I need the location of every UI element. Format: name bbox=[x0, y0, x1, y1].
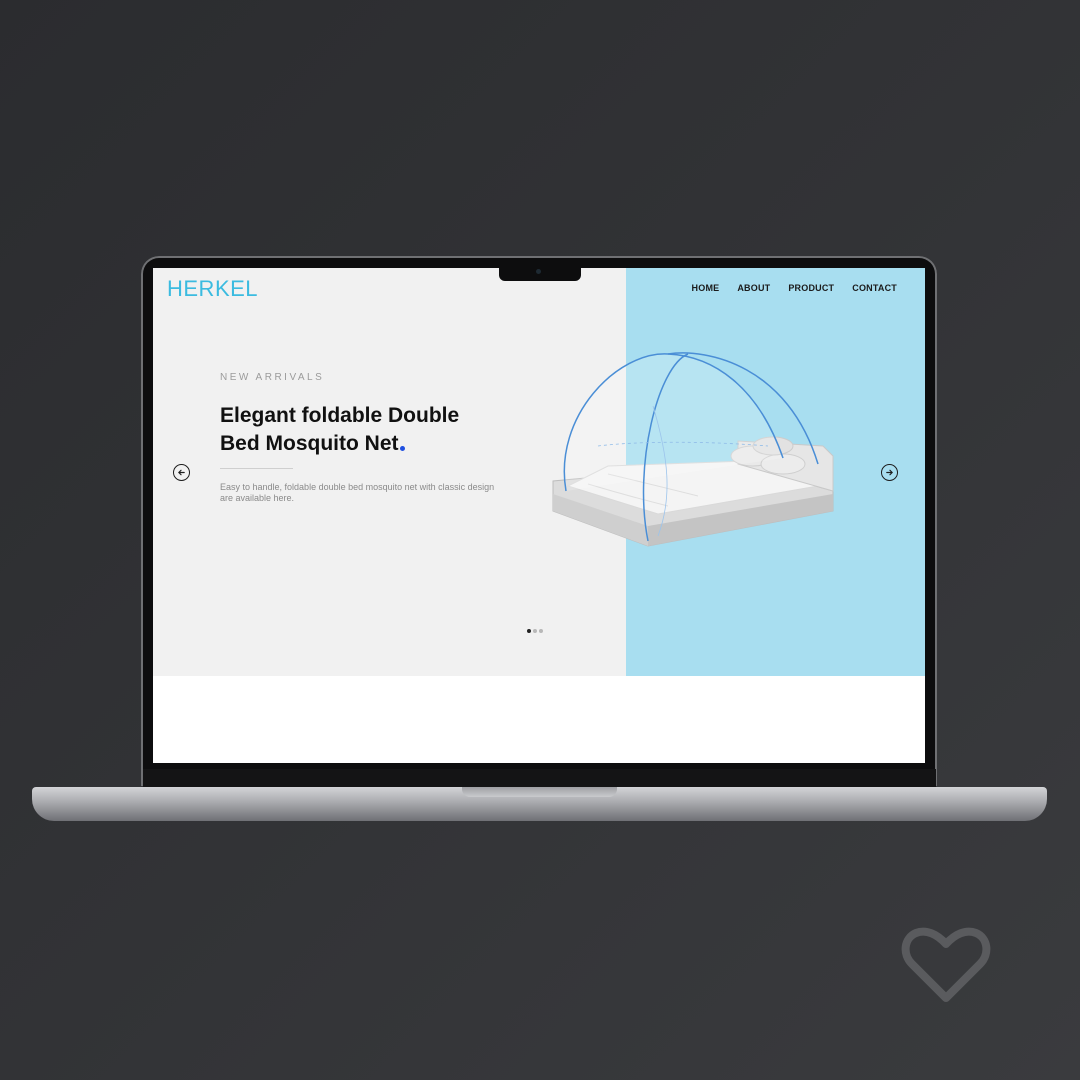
slide-dot-3[interactable] bbox=[539, 629, 543, 633]
hero-eyebrow: NEW ARRIVALS bbox=[220, 372, 325, 383]
product-image-mosquito-net-bed bbox=[552, 352, 834, 547]
laptop-thumb-notch bbox=[462, 787, 617, 797]
main-nav: HOME ABOUT PRODUCT CONTACT bbox=[692, 283, 897, 293]
hero-headline: Elegant foldable Double Bed Mosquito Net bbox=[220, 402, 510, 458]
slide-dot-2[interactable] bbox=[533, 629, 537, 633]
arrow-left-icon bbox=[178, 469, 185, 476]
hero-description: Easy to handle, foldable double bed mosq… bbox=[220, 482, 495, 503]
nav-about[interactable]: ABOUT bbox=[737, 283, 770, 293]
camera-icon bbox=[536, 269, 541, 274]
nav-contact[interactable]: CONTACT bbox=[852, 283, 897, 293]
next-slide-button[interactable] bbox=[881, 464, 898, 481]
hero-headline-line2: Bed Mosquito Net bbox=[220, 432, 399, 455]
slide-indicators bbox=[527, 629, 543, 633]
nav-home[interactable]: HOME bbox=[692, 283, 720, 293]
prev-slide-button[interactable] bbox=[173, 464, 190, 481]
screen: HERKEL HOME ABOUT PRODUCT CONTACT NEW AR… bbox=[153, 268, 925, 763]
laptop-hinge bbox=[143, 769, 936, 787]
camera-notch bbox=[499, 265, 581, 281]
slide-dot-1[interactable] bbox=[527, 629, 531, 633]
site-logo[interactable]: HERKEL bbox=[167, 276, 258, 302]
arrow-right-icon bbox=[886, 469, 893, 476]
accent-dot-icon bbox=[399, 446, 405, 451]
hero-headline-line1: Elegant foldable Double bbox=[220, 404, 460, 427]
nav-product[interactable]: PRODUCT bbox=[788, 283, 834, 293]
heart-icon[interactable] bbox=[900, 926, 992, 1006]
hero-divider bbox=[220, 468, 293, 469]
